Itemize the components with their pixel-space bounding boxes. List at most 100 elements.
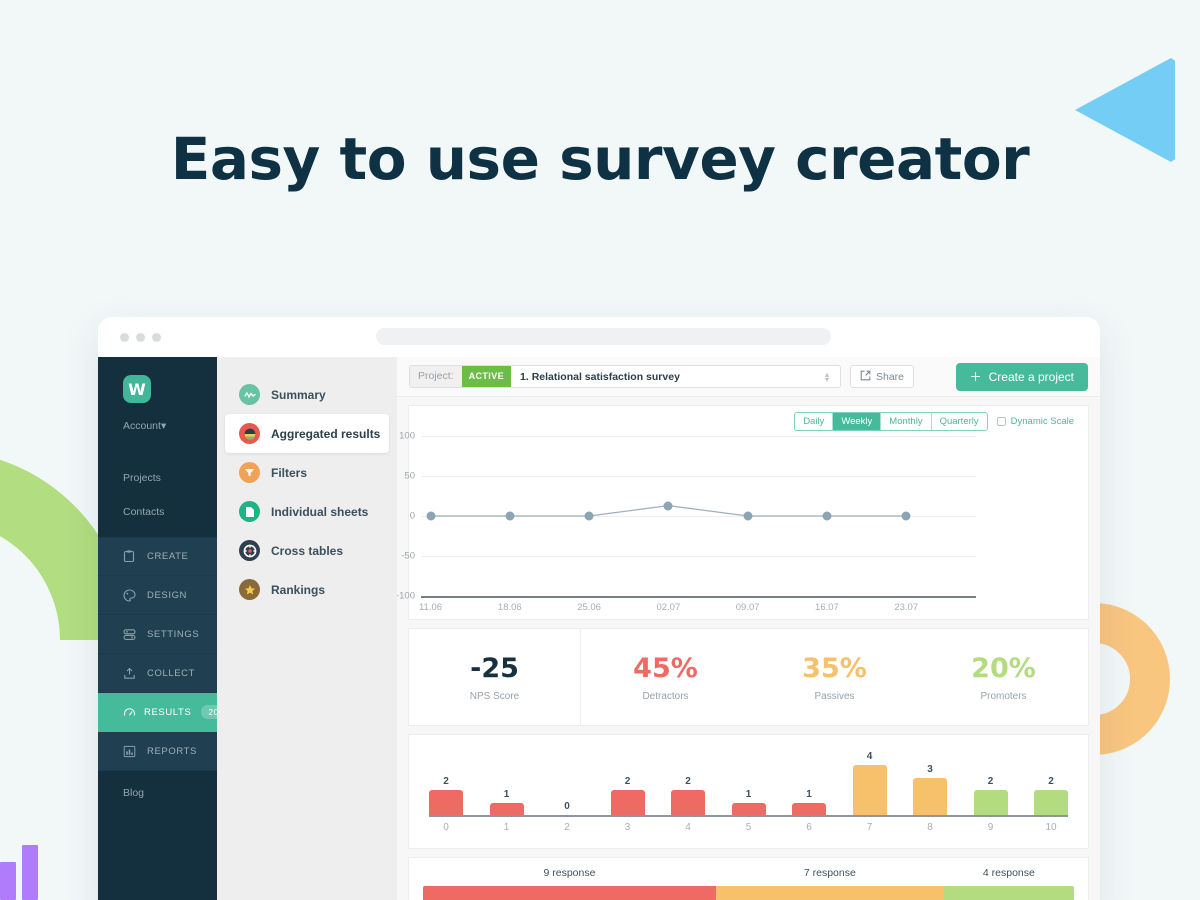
detractors-value: 45%: [633, 652, 698, 684]
response-segment[interactable]: [423, 886, 716, 900]
subnav-item-rankings[interactable]: Rankings: [225, 570, 389, 609]
app-logo[interactable]: W: [123, 375, 151, 403]
subnav-item-label: Cross tables: [271, 543, 344, 558]
funnel-icon: [239, 462, 260, 483]
subnav-item-summary[interactable]: Summary: [225, 375, 389, 414]
response-segment-label: 7 response: [803, 867, 856, 879]
share-button[interactable]: Share: [850, 365, 915, 388]
bar-value-label: 0: [564, 801, 570, 812]
window-controls[interactable]: [120, 333, 161, 342]
sidebar-link-blog[interactable]: Blog: [123, 787, 217, 799]
bar[interactable]: [792, 802, 826, 815]
purple-bars-decoration: [0, 0, 60, 900]
tab-monthly[interactable]: Monthly: [881, 413, 932, 430]
subnav-item-filters[interactable]: Filters: [225, 453, 389, 492]
bar-column[interactable]: 1: [792, 789, 826, 815]
data-point[interactable]: [663, 501, 673, 511]
bar-category-label: 10: [1045, 822, 1057, 833]
bar[interactable]: [429, 790, 463, 815]
subnav-item-cross-tables[interactable]: Cross tables: [225, 531, 389, 570]
response-segment-label: 4 response: [982, 867, 1035, 879]
bar-column[interactable]: 2: [429, 776, 463, 815]
window-maximize-dot[interactable]: [152, 333, 161, 342]
x-axis-tick: 25.06: [577, 602, 601, 613]
bar[interactable]: [489, 802, 524, 815]
bar[interactable]: [1034, 790, 1068, 815]
y-axis-tick: -100: [397, 590, 415, 602]
response-segment[interactable]: [715, 886, 944, 900]
response-segment[interactable]: [943, 886, 1074, 900]
bar-value-label: 2: [987, 776, 994, 787]
primary-sidebar: W Account▾ Projects Contacts CREATE DESI…: [98, 357, 226, 900]
bar-column[interactable]: 0: [550, 801, 584, 815]
data-point[interactable]: [822, 511, 832, 521]
sidebar-link-projects[interactable]: Projects: [123, 472, 217, 484]
bar[interactable]: [610, 790, 645, 815]
subnav-item-label: Individual sheets: [271, 504, 369, 519]
sidebar-item-settings[interactable]: SETTINGS: [98, 615, 217, 654]
bar[interactable]: [731, 802, 766, 815]
data-point[interactable]: [743, 511, 753, 521]
address-bar[interactable]: [376, 328, 831, 345]
tab-quarterly[interactable]: Quarterly: [932, 413, 987, 430]
sidebar-item-collect[interactable]: COLLECT: [98, 654, 217, 693]
bar-column[interactable]: 2: [973, 776, 1008, 815]
sidebar-item-label: COLLECT: [147, 667, 196, 679]
sidebar-item-results[interactable]: RESULTS 20: [98, 693, 226, 732]
project-label: Project:: [410, 366, 462, 387]
y-axis-tick: 0: [409, 510, 415, 522]
sidebar-item-design[interactable]: DESIGN: [98, 576, 217, 615]
bar[interactable]: [671, 790, 705, 815]
bar-column[interactable]: 4: [852, 751, 887, 815]
results-scroll-area[interactable]: Daily Weekly Monthly Quarterly Dynamic S…: [397, 397, 1100, 900]
promoters-cell: 20% Promoters: [919, 629, 1088, 725]
bar-column[interactable]: 2: [610, 776, 645, 815]
granularity-tabs[interactable]: Daily Weekly Monthly Quarterly: [794, 412, 988, 431]
create-project-button[interactable]: ＋ Create a project: [955, 362, 1088, 391]
sidebar-item-reports[interactable]: REPORTS: [98, 732, 217, 771]
subnav-item-label: Filters: [271, 465, 308, 480]
bar-column[interactable]: 2: [671, 776, 705, 815]
window-minimize-dot[interactable]: [136, 333, 145, 342]
checkbox-icon[interactable]: [996, 417, 1006, 426]
subnav-item-aggregated-results[interactable]: Aggregated results: [225, 414, 389, 453]
bar[interactable]: [852, 765, 887, 815]
subnav-item-individual-sheets[interactable]: Individual sheets: [225, 492, 389, 531]
data-point[interactable]: [584, 511, 594, 521]
bar-category-label: 2: [564, 822, 570, 833]
data-point[interactable]: [505, 511, 515, 521]
nps-score-value: -25: [470, 652, 519, 684]
bar-column[interactable]: 3: [913, 764, 947, 815]
bar-category-label: 7: [866, 822, 873, 833]
tab-daily[interactable]: Daily: [795, 413, 834, 430]
x-axis-tick: 23.07: [894, 602, 919, 613]
sidebar-item-label: REPORTS: [147, 745, 197, 757]
bar[interactable]: [973, 790, 1008, 815]
bar-chart-icon: [123, 745, 139, 758]
bar[interactable]: [913, 777, 947, 815]
clipboard-icon: [123, 550, 139, 563]
data-point[interactable]: [426, 511, 435, 521]
detractors-label: Detractors: [642, 690, 689, 702]
bar-value-label: 1: [503, 788, 510, 800]
bar-column[interactable]: 1: [489, 788, 524, 815]
sidebar-link-contacts[interactable]: Contacts: [123, 506, 217, 518]
response-breakdown: 9 response 7 response 4 response: [408, 857, 1089, 900]
stepper-icon[interactable]: ▴ ▾: [820, 370, 834, 383]
account-menu[interactable]: Account▾: [123, 420, 217, 432]
data-point[interactable]: [901, 511, 911, 521]
external-link-icon: [860, 370, 871, 384]
dynamic-scale-checkbox[interactable]: Dynamic Scale: [996, 416, 1074, 427]
window-close-dot[interactable]: [120, 333, 129, 342]
tab-weekly[interactable]: Weekly: [833, 413, 882, 430]
project-toolbar: Project: ACTIVE 1. Relational satisfacti…: [397, 357, 1100, 397]
app-body: W Account▾ Projects Contacts CREATE DESI…: [98, 357, 1100, 900]
upload-icon: [123, 667, 139, 680]
bar-column[interactable]: 2: [1034, 776, 1068, 815]
bar-category-label: 8: [927, 822, 933, 833]
line-series: [430, 504, 907, 517]
sidebar-item-create[interactable]: CREATE: [98, 537, 217, 576]
project-selector[interactable]: Project: ACTIVE 1. Relational satisfacti…: [409, 365, 841, 388]
stepper-down-icon[interactable]: ▾: [825, 375, 829, 383]
bar-column[interactable]: 1: [731, 789, 766, 815]
